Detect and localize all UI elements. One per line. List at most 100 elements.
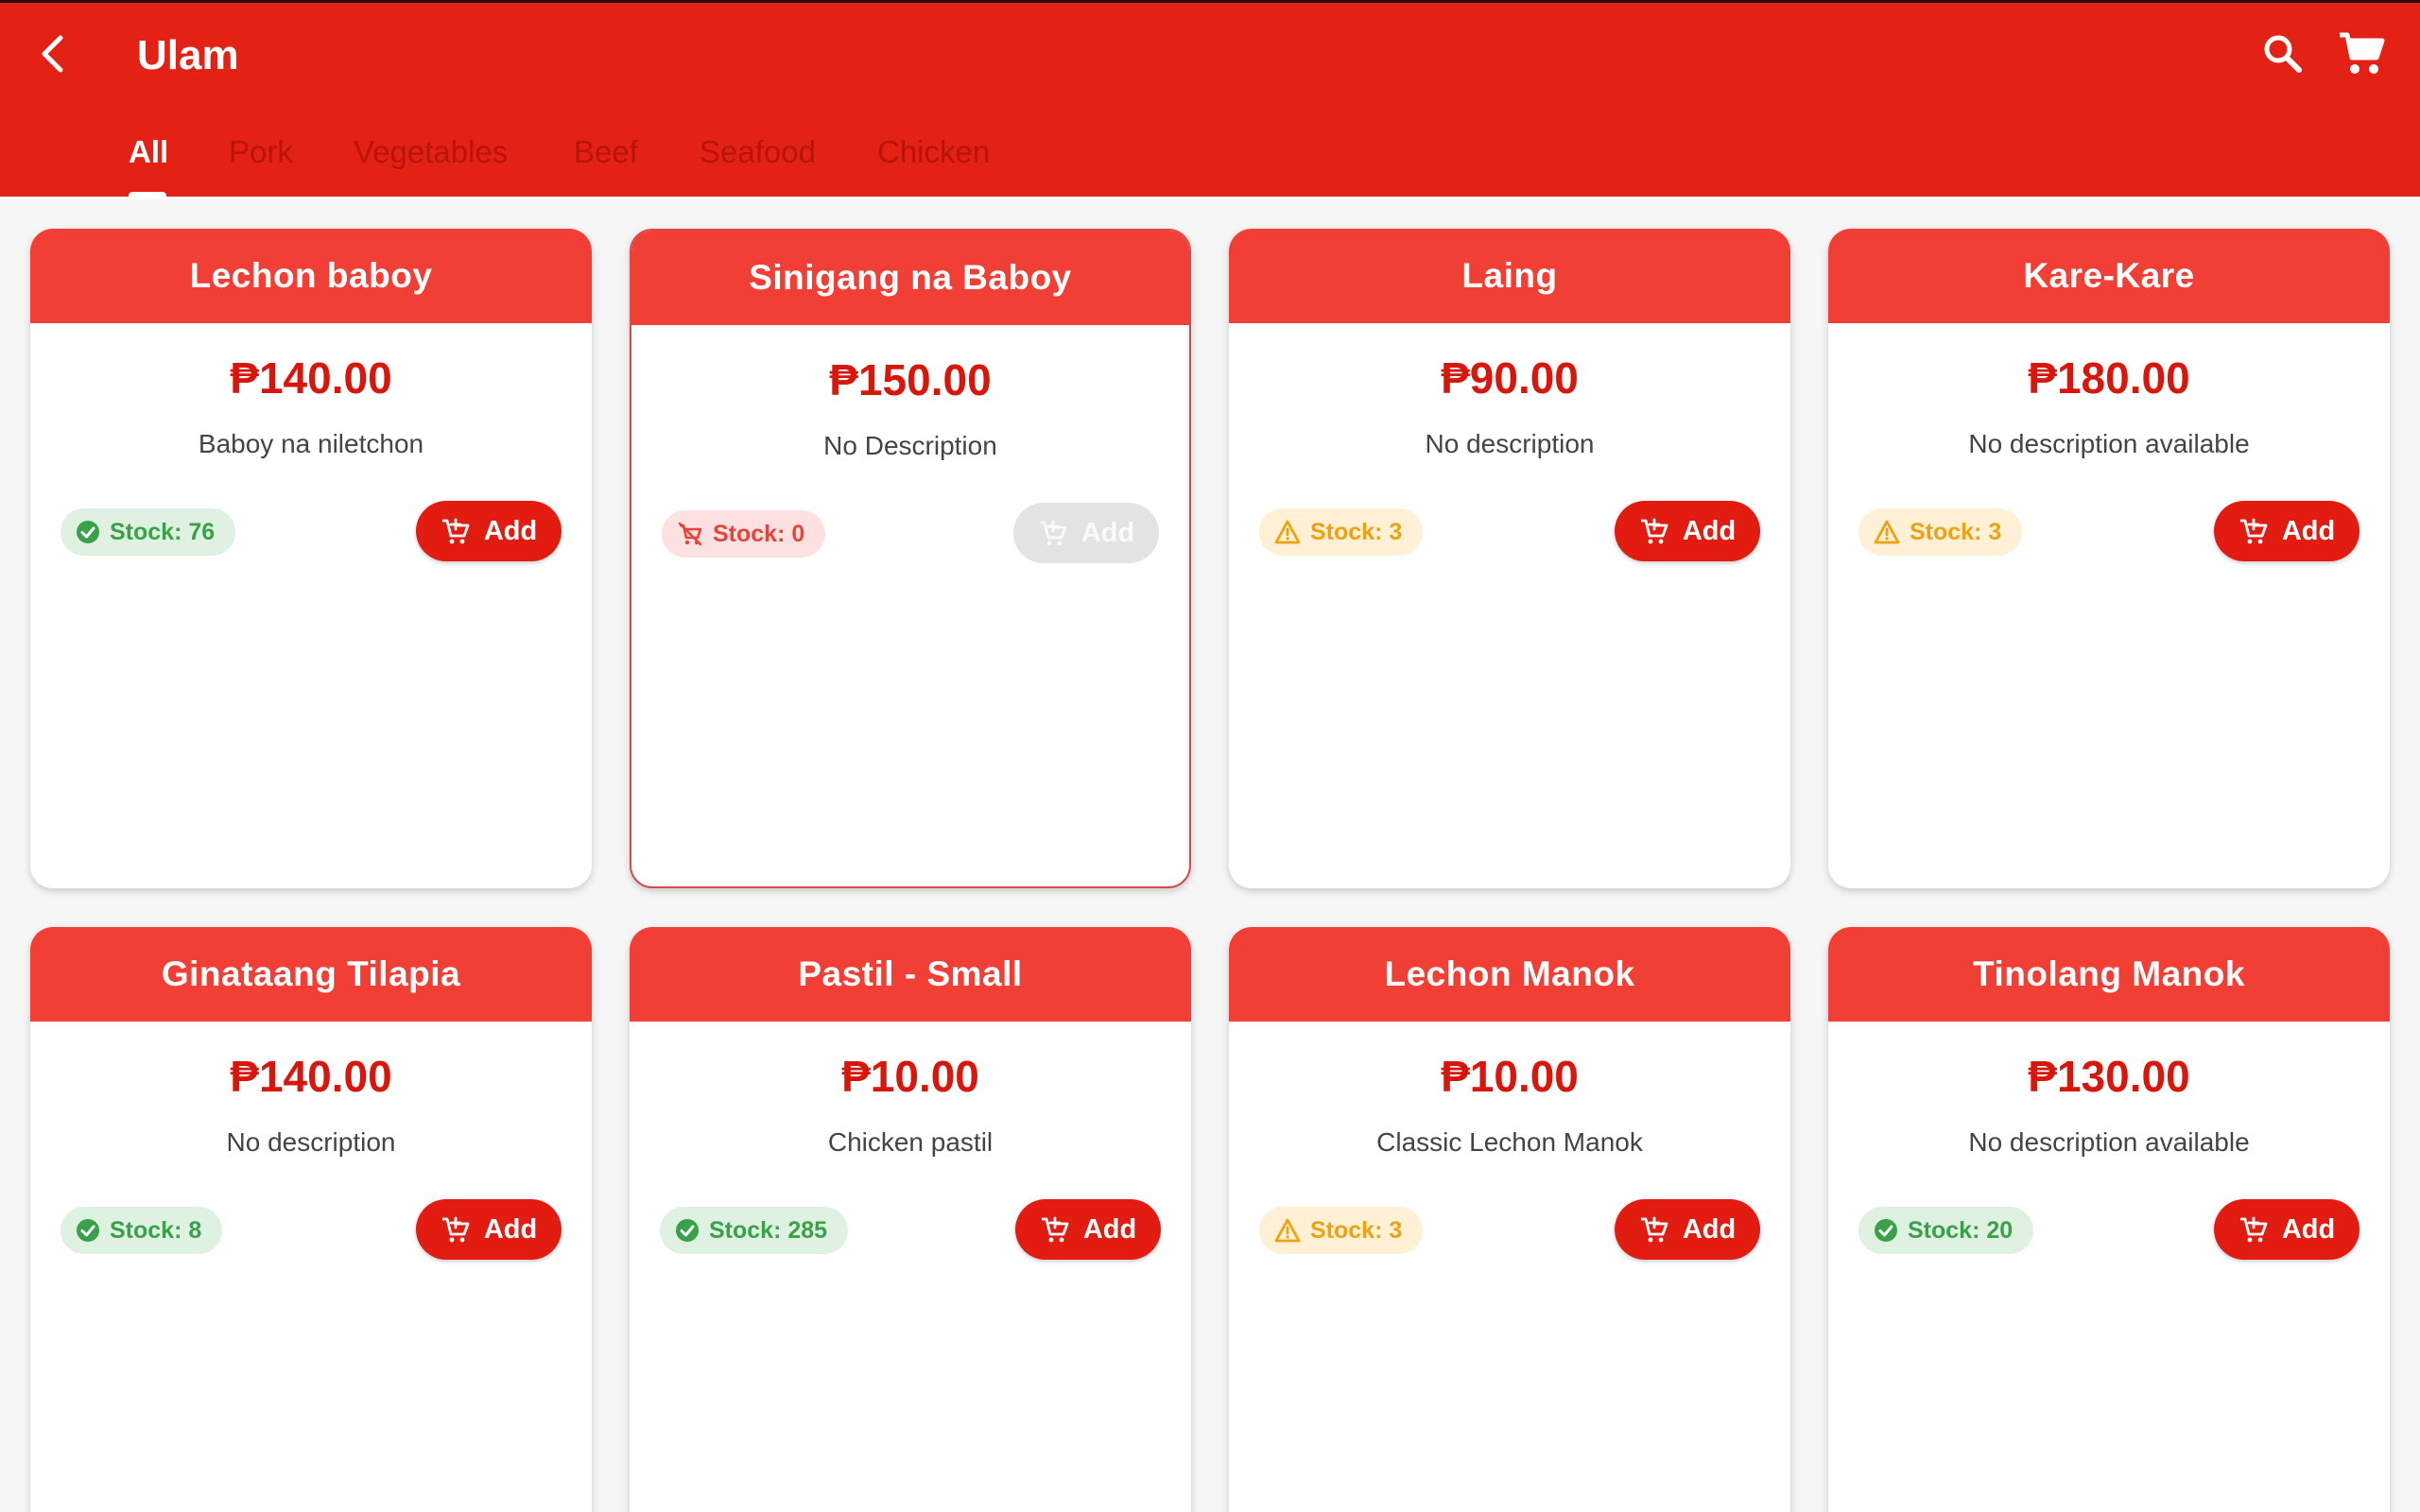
product-description: No Description: [823, 431, 997, 460]
product-card[interactable]: Sinigang na Baboy ₱150.00 No Description St…: [630, 229, 1191, 888]
card-actions: Stock: 285 Add: [630, 1199, 1191, 1260]
warning-icon: [1274, 520, 1301, 544]
back-arrow-icon: [42, 35, 63, 73]
stock-label: Stock: 76: [110, 518, 216, 545]
tab-beef[interactable]: Beef: [574, 126, 638, 199]
product-description: No description: [1425, 429, 1595, 458]
product-description: Baboy na niletchon: [198, 429, 424, 458]
stock-label: Stock: 285: [709, 1216, 828, 1244]
product-name: Lechon Manok: [1229, 927, 1790, 1022]
stock-badge: Stock: 20: [1858, 1207, 2034, 1254]
tab-label: All: [129, 134, 169, 169]
product-price: ₱90.00: [1441, 353, 1579, 403]
product-name: Pastil - Small: [630, 927, 1191, 1022]
card-actions: Stock: 3 Add: [1229, 1199, 1790, 1260]
add-to-cart-icon: [2239, 518, 2268, 544]
add-to-cart-icon: [1041, 1216, 1069, 1243]
add-to-cart-button[interactable]: Add: [2214, 1199, 2360, 1260]
add-button-label: Add: [1682, 1213, 1737, 1245]
add-button-label: Add: [483, 1213, 538, 1245]
stock-badge: Stock: 285: [660, 1207, 849, 1254]
add-button-label: Add: [1082, 1213, 1137, 1245]
stock-badge: Stock: 76: [60, 508, 236, 556]
card-actions: Stock: 8 Add: [30, 1199, 592, 1260]
add-to-cart-icon: [2239, 1216, 2268, 1243]
add-to-cart-icon: [441, 1216, 470, 1243]
product-name: Ginataang Tilapia: [30, 927, 592, 1022]
stock-status-icon: [76, 520, 100, 544]
add-button-label: Add: [483, 515, 538, 546]
search-button[interactable]: [2255, 26, 2311, 82]
add-to-cart-button[interactable]: Add: [1015, 1199, 1161, 1260]
add-to-cart-button[interactable]: Add: [1615, 501, 1760, 561]
product-card[interactable]: Kare-Kare ₱180.00 No description available…: [1828, 229, 2390, 888]
add-to-cart-button[interactable]: Add: [2214, 501, 2360, 561]
tab-pork[interactable]: Pork: [229, 126, 293, 199]
stock-status-icon: [1874, 520, 1900, 544]
stock-label: Stock: 3: [1910, 518, 2002, 545]
add-to-cart-button[interactable]: Add: [416, 501, 562, 561]
stock-label: Stock: 8: [110, 1216, 202, 1244]
stock-badge: Stock: 3: [1259, 1207, 1424, 1254]
category-tabs: All Pork Vegetables Beef Seafood Chicken: [0, 126, 2420, 199]
cart-button[interactable]: [2331, 24, 2392, 84]
product-card[interactable]: Lechon baboy ₱140.00 Baboy na niletchon Sto…: [30, 229, 592, 888]
product-description: Classic Lechon Manok: [1376, 1127, 1643, 1157]
product-description: Chicken pastil: [827, 1127, 994, 1157]
product-price: ₱10.00: [1441, 1052, 1579, 1101]
stock-label: Stock: 20: [1908, 1216, 2014, 1244]
product-description: No description available: [1968, 1127, 2250, 1157]
card-actions: Stock: 20 Add: [1828, 1199, 2390, 1260]
tab-all[interactable]: All: [129, 126, 168, 199]
search-icon: [2264, 35, 2302, 73]
card-actions: Stock: 3 Add: [1828, 501, 2390, 561]
product-card[interactable]: Laing ₱90.00 No description Stock: 3 Add: [1229, 229, 1790, 888]
stock-label: Stock: 3: [1310, 518, 1403, 545]
cart-icon: [2340, 32, 2385, 74]
warning-icon: [1874, 520, 1900, 544]
stock-badge: Stock: 8: [60, 1207, 223, 1254]
add-button-label: Add: [1682, 515, 1737, 546]
product-price: ₱140.00: [230, 1052, 392, 1101]
product-card[interactable]: Lechon Manok ₱10.00 Classic Lechon Manok St…: [1229, 927, 1790, 1512]
tab-vegetables[interactable]: Vegetables: [354, 126, 508, 199]
tab-chicken[interactable]: Chicken: [877, 126, 990, 199]
product-price: ₱10.00: [841, 1052, 979, 1101]
add-to-cart-icon: [1640, 1216, 1668, 1243]
cart-off-icon: [678, 522, 702, 546]
stock-badge: Stock: 0: [662, 510, 826, 558]
stock-label: Stock: 0: [713, 520, 805, 547]
add-to-cart-button[interactable]: Add: [1615, 1199, 1760, 1260]
product-price: ₱150.00: [829, 355, 992, 404]
back-button[interactable]: [25, 26, 81, 82]
check-circle-icon: [77, 1219, 99, 1242]
product-card[interactable]: Tinolang Manok ₱130.00 No description avai…: [1828, 927, 2390, 1512]
add-button-label: Add: [1080, 517, 1135, 548]
warning-icon: [1274, 1218, 1301, 1243]
add-to-cart-button[interactable]: Add: [416, 1199, 562, 1260]
check-circle-icon: [1875, 1219, 1897, 1242]
active-tab-indicator: [129, 192, 166, 199]
add-button-label: Add: [2281, 515, 2336, 546]
product-price: ₱130.00: [2028, 1052, 2190, 1101]
add-to-cart-icon: [441, 518, 470, 544]
product-description: No description: [226, 1127, 396, 1157]
add-to-cart-button[interactable]: Add: [1013, 503, 1159, 563]
card-actions: Stock: 3 Add: [1229, 501, 1790, 561]
add-to-cart-icon: [1039, 520, 1067, 546]
stock-label: Stock: 3: [1310, 1216, 1403, 1244]
add-button-label: Add: [2281, 1213, 2336, 1245]
add-to-cart-icon: [1640, 518, 1668, 544]
product-card[interactable]: Pastil - Small ₱10.00 Chicken pastil Stock:…: [630, 927, 1191, 1512]
stock-status-icon: [1874, 1218, 1898, 1243]
page-title: Ulam: [137, 32, 239, 78]
product-card[interactable]: Ginataang Tilapia ₱140.00 No description St…: [30, 927, 592, 1512]
check-circle-icon: [676, 1219, 699, 1242]
product-price: ₱140.00: [230, 353, 392, 403]
stock-badge: Stock: 3: [1858, 508, 2023, 556]
stock-status-icon: [76, 1218, 100, 1243]
card-actions: Stock: 76 Add: [30, 501, 592, 561]
product-description: No description available: [1968, 429, 2250, 458]
product-price: ₱180.00: [2028, 353, 2190, 403]
tab-seafood[interactable]: Seafood: [700, 126, 816, 199]
